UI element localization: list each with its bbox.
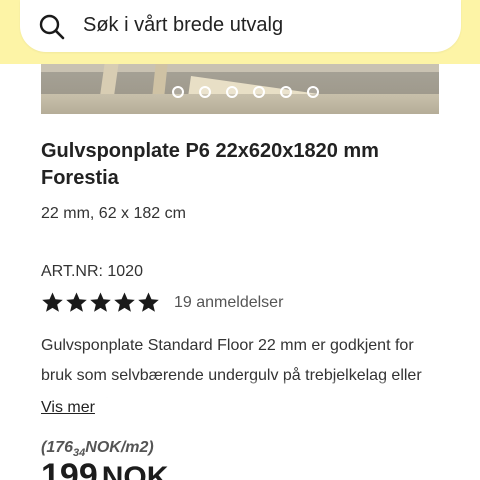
gallery-dot[interactable] xyxy=(171,86,184,98)
gallery-dot[interactable] xyxy=(198,86,211,98)
star-icon xyxy=(114,292,135,312)
unit-price-open: (176 xyxy=(41,439,74,456)
search-bar[interactable]: Søk i vårt brede utvalg xyxy=(20,0,461,52)
description-fade xyxy=(41,380,441,402)
price-currency: NOK xyxy=(101,461,169,480)
article-number: ART.NR: 1020 xyxy=(41,263,143,280)
gallery-dot[interactable] xyxy=(225,86,238,98)
star-icon xyxy=(42,292,63,312)
reviews-count-link[interactable]: 19 anmeldelser xyxy=(174,294,283,312)
gallery-dot[interactable] xyxy=(306,86,319,98)
product-dimensions: 22 mm, 62 x 182 cm xyxy=(41,205,186,222)
product-image-gallery[interactable] xyxy=(41,64,439,114)
product-price: 199 NOK xyxy=(41,456,168,480)
show-more-link[interactable]: Vis mer xyxy=(41,399,95,417)
gallery-dot[interactable] xyxy=(279,86,292,98)
product-rating[interactable]: 19 anmeldelser xyxy=(41,291,283,314)
unit-price-unit: NOK/m2) xyxy=(85,439,154,456)
search-input[interactable]: Søk i vårt brede utvalg xyxy=(83,14,283,37)
unit-price: (17634NOK/m2) xyxy=(41,439,154,459)
gallery-pagination xyxy=(41,86,439,98)
product-title: Gulvsponplate P6 22x620x1820 mm Forestia xyxy=(41,140,379,189)
rating-stars xyxy=(41,291,160,314)
star-icon xyxy=(66,292,87,312)
price-amount: 199 xyxy=(41,457,98,480)
gallery-dot[interactable] xyxy=(252,86,265,98)
star-icon xyxy=(138,292,159,312)
top-bar: Søk i vårt brede utvalg xyxy=(0,0,480,64)
search-icon xyxy=(39,14,65,40)
star-icon xyxy=(90,292,111,312)
